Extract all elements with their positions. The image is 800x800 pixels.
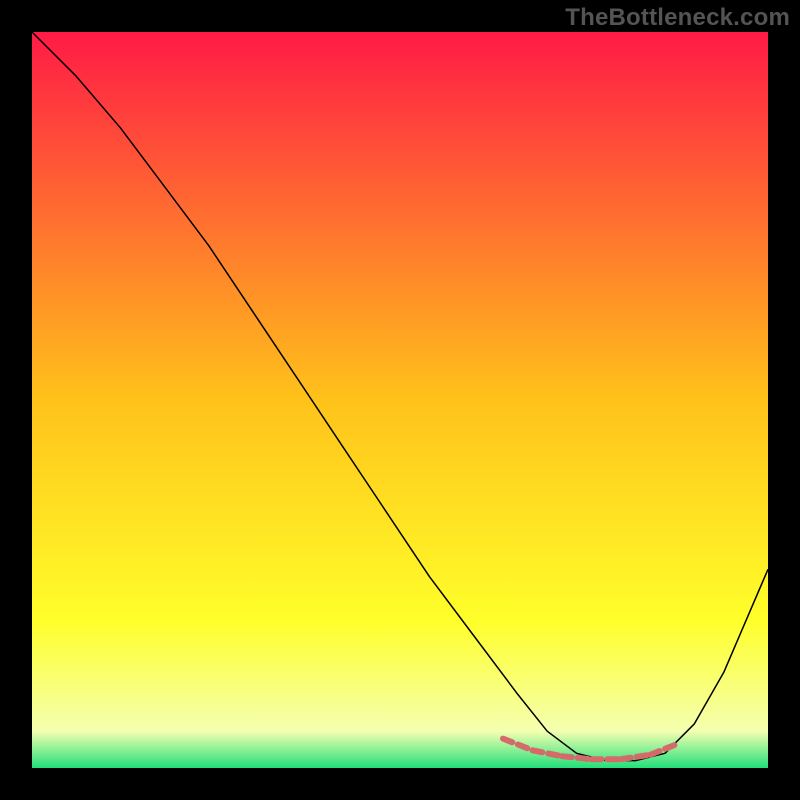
gradient-background xyxy=(32,32,768,768)
plot-area xyxy=(32,32,768,768)
series-bottom-highlight-dash xyxy=(665,745,674,749)
series-bottom-highlight-dash xyxy=(578,758,588,759)
chart-frame: TheBottleneck.com xyxy=(0,0,800,800)
series-bottom-highlight-dash xyxy=(533,750,543,752)
series-bottom-highlight-dash xyxy=(518,745,527,749)
series-bottom-highlight-dash xyxy=(621,758,631,760)
series-bottom-highlight-dash xyxy=(562,756,572,757)
series-bottom-highlight-dash xyxy=(637,755,647,757)
chart-svg xyxy=(32,32,768,768)
series-bottom-highlight-dash xyxy=(548,754,558,756)
watermark-label: TheBottleneck.com xyxy=(565,4,790,32)
series-bottom-highlight-dash xyxy=(650,751,659,755)
series-bottom-highlight-dash xyxy=(503,739,512,743)
